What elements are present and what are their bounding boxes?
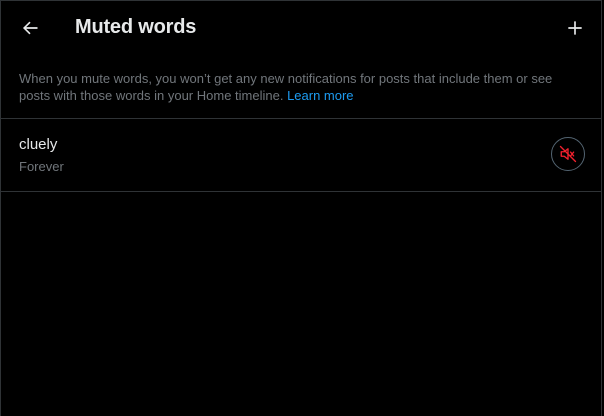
page-title: Muted words bbox=[75, 16, 197, 38]
description-text: When you mute words, you won’t get any n… bbox=[19, 71, 553, 103]
mute-duration: Forever bbox=[19, 159, 64, 174]
speaker-muted-icon bbox=[559, 145, 577, 163]
plus-icon bbox=[568, 21, 582, 35]
muted-word-row[interactable]: cluely Forever bbox=[1, 119, 601, 192]
muted-word: cluely bbox=[19, 136, 58, 153]
back-button[interactable] bbox=[12, 10, 48, 46]
learn-more-link[interactable]: Learn more bbox=[287, 88, 353, 103]
arrow-left-icon bbox=[22, 21, 38, 35]
unmute-button[interactable] bbox=[551, 137, 585, 171]
muted-words-panel: Muted words When you mute words, you won… bbox=[0, 0, 602, 416]
header: Muted words bbox=[1, 1, 601, 55]
description: When you mute words, you won’t get any n… bbox=[1, 55, 601, 119]
add-muted-word-button[interactable] bbox=[557, 10, 593, 46]
